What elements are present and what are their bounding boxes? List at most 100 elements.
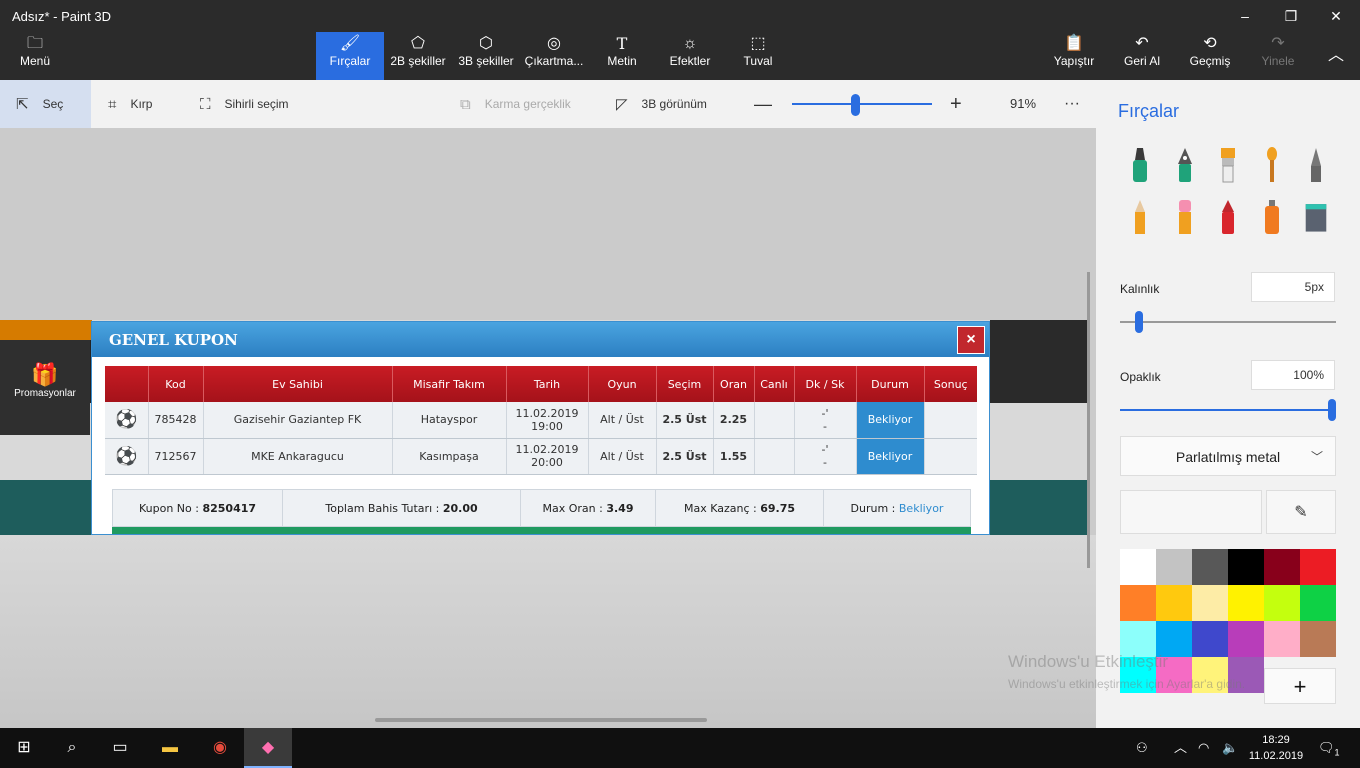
close-window-button[interactable]: ✕: [1324, 6, 1348, 26]
menu-button[interactable]: 🗀 Menü: [10, 32, 60, 80]
thickness-input[interactable]: 5px: [1251, 272, 1335, 302]
vertical-scrollbar[interactable]: [1087, 272, 1090, 568]
col-game: Oyun: [588, 366, 657, 402]
color-swatch[interactable]: [1228, 585, 1264, 621]
material-dropdown[interactable]: Parlatılmış metal ﹀: [1120, 436, 1336, 476]
oil-brush-icon[interactable]: [1216, 146, 1240, 184]
chrome-button[interactable]: ◉: [196, 728, 244, 768]
redo-button[interactable]: ↷ Yinele: [1258, 32, 1298, 80]
pencil-icon[interactable]: [1128, 198, 1152, 236]
sticker-icon: ◎: [547, 35, 561, 52]
task-view-button[interactable]: ▭: [96, 728, 144, 768]
opacity-slider-thumb[interactable]: [1328, 399, 1336, 421]
notification-center-button[interactable]: 🗨1: [1318, 728, 1340, 768]
tray-chevron-up-icon[interactable]: ︿: [1174, 728, 1187, 768]
maximize-button[interactable]: ❐: [1279, 6, 1303, 26]
panel-title: Fırçalar: [1118, 101, 1180, 121]
summary-status: Durum : Bekliyor: [850, 502, 944, 515]
zoom-slider-track[interactable]: [792, 103, 932, 105]
mixed-reality-icon: ⧉: [460, 95, 471, 113]
tab-brushes[interactable]: 🖌 Fırçalar: [316, 32, 384, 80]
mixed-reality-button[interactable]: ⧉ Karma gerçeklik: [460, 80, 590, 128]
opacity-input[interactable]: 100%: [1251, 360, 1335, 390]
tab-text[interactable]: T Metin: [598, 32, 646, 80]
zoom-in-button[interactable]: +: [950, 80, 970, 128]
tab-3d-shapes[interactable]: ⬡ 3B şekiller: [454, 32, 518, 80]
color-swatch[interactable]: [1228, 621, 1264, 657]
marker-icon[interactable]: [1128, 146, 1152, 184]
paint3d-taskbar-button[interactable]: ◆: [244, 728, 292, 768]
more-options-icon[interactable]: ···: [1064, 80, 1084, 128]
tab-canvas[interactable]: ⬚ Tuval: [736, 32, 780, 80]
thickness-slider-thumb[interactable]: [1134, 311, 1143, 333]
color-swatch[interactable]: [1192, 585, 1228, 621]
thickness-slider-track[interactable]: [1120, 321, 1336, 323]
col-status: Durum: [856, 366, 925, 402]
3d-view-button[interactable]: ◸ 3B görünüm: [616, 80, 726, 128]
color-swatch[interactable]: [1228, 549, 1264, 585]
orange-strip: [0, 320, 92, 340]
pixel-pen-icon[interactable]: [1304, 146, 1328, 184]
add-color-button[interactable]: +: [1264, 668, 1336, 704]
clipboard-icon: 📋: [1064, 35, 1084, 52]
activation-watermark-text: Windows'u etkinleştirmek için Ayarlar'a …: [1008, 677, 1246, 691]
eraser-icon[interactable]: [1173, 198, 1197, 236]
eyedropper-button[interactable]: ✎: [1266, 490, 1336, 534]
taskbar: ⊞ ⌕ ▭ ▬ ◉ ◆ ⚇ ︿ ◠ 🔈 18:29 11.02.2019 🗨1: [0, 728, 1360, 768]
color-swatch[interactable]: [1264, 621, 1300, 657]
taskbar-clock[interactable]: 18:29 11.02.2019: [1248, 732, 1304, 764]
color-swatch[interactable]: [1120, 585, 1156, 621]
undo-button[interactable]: ↶ Geri Al: [1120, 32, 1164, 80]
canvas-lower-area[interactable]: [0, 535, 1096, 728]
soccer-ball-icon: ⚽: [105, 438, 149, 475]
green-bar: [112, 527, 971, 534]
crop-tool[interactable]: ⌗ Kırp: [108, 80, 178, 128]
col-odds: Oran: [713, 366, 755, 402]
color-swatch[interactable]: [1156, 549, 1192, 585]
watercolor-icon[interactable]: [1260, 146, 1284, 184]
color-swatch[interactable]: [1300, 621, 1336, 657]
magic-select-tool[interactable]: ⛶ Sihirli seçim: [200, 80, 310, 128]
zoom-out-button[interactable]: —: [754, 80, 774, 128]
people-icon[interactable]: ⚇: [1136, 728, 1148, 768]
color-swatch[interactable]: [1120, 549, 1156, 585]
horizontal-scrollbar[interactable]: [375, 718, 707, 722]
tab-stickers[interactable]: ◎ Çıkartma...: [522, 32, 586, 80]
network-icon[interactable]: ◠: [1198, 728, 1209, 768]
volume-icon[interactable]: 🔈: [1222, 728, 1238, 768]
color-swatch[interactable]: [1300, 549, 1336, 585]
tab-effects[interactable]: ☼ Efektler: [664, 32, 716, 80]
modal-close-button[interactable]: ×: [957, 326, 985, 354]
history-button[interactable]: ⟲ Geçmiş: [1186, 32, 1234, 80]
color-swatch[interactable]: [1192, 621, 1228, 657]
collapse-ribbon-button[interactable]: ︿: [1322, 32, 1350, 80]
coupon-summary: Kupon No : 8250417 Toplam Bahis Tutarı :…: [112, 489, 971, 528]
color-swatch[interactable]: [1156, 585, 1192, 621]
col-pick: Seçim: [656, 366, 714, 402]
color-swatch[interactable]: [1192, 549, 1228, 585]
color-swatch[interactable]: [1300, 585, 1336, 621]
file-explorer-button[interactable]: ▬: [146, 728, 194, 768]
cube-icon: ⬡: [479, 35, 493, 52]
status-badge: Bekliyor: [856, 402, 925, 439]
spray-can-icon[interactable]: [1260, 198, 1284, 236]
col-icon: [105, 366, 149, 402]
select-tool[interactable]: ⇱ Seç: [0, 80, 91, 128]
start-button[interactable]: ⊞: [0, 728, 48, 768]
crop-icon: ⌗: [108, 95, 117, 113]
opacity-slider-track[interactable]: [1120, 409, 1336, 411]
search-button[interactable]: ⌕: [48, 728, 96, 768]
brushes-panel: Fırçalar Kalınlık 5px Opaklık 100% Parla…: [1096, 80, 1360, 728]
tab-2d-shapes[interactable]: ⬠ 2B şekiller: [386, 32, 450, 80]
col-code: Kod: [148, 366, 204, 402]
calligraphy-pen-icon[interactable]: [1173, 146, 1197, 184]
paste-button[interactable]: 📋 Yapıştır: [1050, 32, 1098, 80]
fill-bucket-icon[interactable]: [1304, 198, 1328, 236]
minimize-button[interactable]: –: [1233, 6, 1257, 26]
title-ribbon-bar: Adsız* - Paint 3D – ❐ ✕ 🗀 Menü 🖌 Fırçala…: [0, 0, 1360, 80]
zoom-slider-thumb[interactable]: [851, 94, 860, 116]
color-swatch[interactable]: [1264, 585, 1300, 621]
col-dk-sk: Dk / Sk: [794, 366, 857, 402]
crayon-icon[interactable]: [1216, 198, 1240, 236]
color-swatch[interactable]: [1264, 549, 1300, 585]
